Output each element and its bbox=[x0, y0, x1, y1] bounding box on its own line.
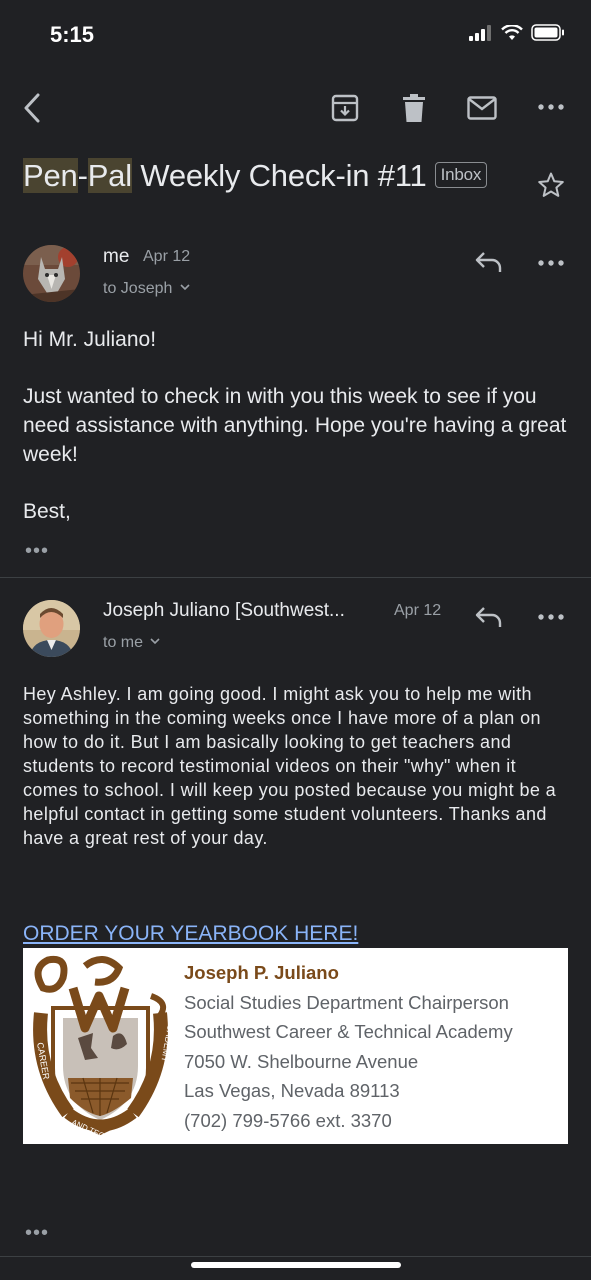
signature-name: Joseph P. Juliano bbox=[184, 962, 339, 983]
signature-line: Southwest Career & Technical Academy bbox=[184, 1021, 513, 1042]
message-body: Hi Mr. Juliano! Just wanted to check in … bbox=[23, 325, 573, 554]
signature-line: Social Studies Department Chairperson bbox=[184, 991, 509, 1013]
more-horizontal-icon bbox=[538, 104, 564, 110]
show-trimmed-content-button[interactable]: ••• bbox=[25, 540, 49, 563]
body-paragraph: Best, bbox=[23, 500, 71, 523]
message-date: Apr 12 bbox=[394, 602, 442, 619]
star-icon bbox=[538, 172, 564, 197]
recipient-details-toggle[interactable]: to me bbox=[103, 634, 161, 652]
message-more-button[interactable] bbox=[538, 610, 564, 629]
wifi-icon bbox=[501, 24, 523, 40]
signature-line: Las Vegas, Nevada 89113 bbox=[184, 1080, 400, 1101]
home-indicator[interactable] bbox=[191, 1262, 401, 1268]
star-button[interactable] bbox=[537, 171, 565, 204]
status-icons bbox=[469, 24, 565, 41]
person-avatar-icon bbox=[23, 600, 80, 657]
reply-button[interactable] bbox=[474, 605, 504, 634]
subject-hyphen: - bbox=[77, 158, 88, 193]
body-paragraph: Just wanted to check in with you this we… bbox=[23, 385, 567, 466]
avatar[interactable] bbox=[23, 245, 80, 302]
signature-line: 7050 W. Shelbourne Avenue bbox=[184, 1050, 419, 1072]
recipient-details-toggle[interactable]: to Joseph bbox=[103, 280, 191, 298]
message-more-button[interactable] bbox=[538, 256, 564, 275]
mark-unread-button[interactable] bbox=[467, 96, 497, 125]
recipient-label: to Joseph bbox=[103, 280, 173, 297]
subject-highlight: Pal bbox=[87, 158, 132, 193]
status-time: 5:15 bbox=[50, 22, 95, 47]
signature-text: Joseph P. Juliano Social Studies Departm… bbox=[184, 958, 513, 1135]
battery-icon bbox=[531, 24, 564, 41]
signature-line: (702) 799-5766 ext. 3370 bbox=[184, 1109, 392, 1131]
sender-name: Joseph Juliano [Southwest... bbox=[103, 600, 345, 621]
archive-button[interactable] bbox=[330, 93, 360, 128]
more-horizontal-icon bbox=[538, 260, 564, 266]
archive-icon bbox=[331, 94, 359, 122]
signal-icon bbox=[469, 24, 491, 41]
more-horizontal-icon bbox=[538, 614, 564, 620]
yearbook-link[interactable]: ORDER YOUR YEARBOOK HERE! bbox=[23, 922, 358, 946]
chevron-down-icon bbox=[180, 284, 190, 291]
avatar[interactable] bbox=[23, 600, 80, 657]
signature-block: CAREER ACADEMY AND TECHNICAL Joseph P. J… bbox=[23, 948, 568, 1144]
show-trimmed-content-button[interactable]: ••• bbox=[25, 1222, 49, 1245]
message-body: Hey Ashley. I am going good. I might ask… bbox=[23, 684, 557, 848]
recipient-label: to me bbox=[103, 634, 144, 651]
reply-button[interactable] bbox=[474, 250, 504, 279]
trash-icon bbox=[403, 94, 425, 122]
thread-subject: Pen-Pal Weekly Check-in #11 Inbox bbox=[23, 158, 488, 194]
wolf-avatar-icon bbox=[23, 245, 80, 302]
delete-button[interactable] bbox=[402, 93, 426, 128]
body-paragraph: Hi Mr. Juliano! bbox=[23, 328, 157, 351]
back-button[interactable] bbox=[20, 92, 46, 129]
more-options-button[interactable] bbox=[538, 100, 564, 119]
inbox-label[interactable]: Inbox bbox=[434, 162, 488, 188]
back-arrow-icon bbox=[24, 93, 40, 123]
sender-name: me bbox=[103, 246, 130, 267]
reply-icon bbox=[475, 607, 502, 627]
subject-highlight: Pen bbox=[23, 158, 78, 193]
chevron-down-icon bbox=[150, 638, 161, 645]
message-date: Apr 12 bbox=[143, 248, 191, 265]
message-divider bbox=[0, 577, 591, 578]
subject-rest: Weekly Check-in #11 bbox=[131, 158, 427, 193]
mail-icon bbox=[467, 96, 497, 120]
reply-icon bbox=[475, 252, 502, 272]
school-crest-logo: CAREER ACADEMY AND TECHNICAL bbox=[33, 955, 177, 1144]
bottom-divider bbox=[0, 1256, 591, 1257]
